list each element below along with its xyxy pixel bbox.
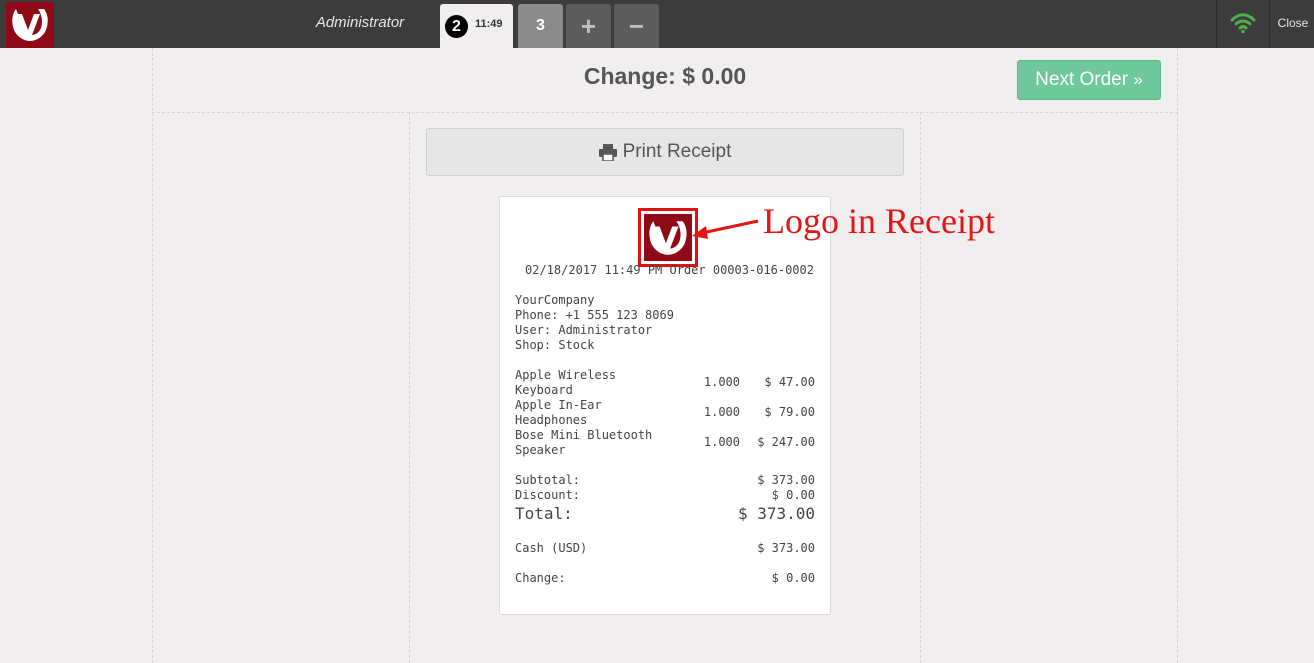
app-logo-icon[interactable] <box>6 2 54 48</box>
frame-line <box>152 48 153 663</box>
double-chevron-right-icon: » <box>1133 70 1143 89</box>
cash-value: $ 373.00 <box>757 541 815 555</box>
receipt-phone: Phone: +1 555 123 8069 <box>515 308 674 322</box>
frame-line <box>1177 48 1178 663</box>
print-receipt-button[interactable]: Print Receipt <box>426 128 904 176</box>
total-value: $ 373.00 <box>737 504 815 523</box>
top-bar: Administrator 2 11:49 3 + − Close <box>0 0 1314 48</box>
line-item-name: Headphones <box>515 413 588 427</box>
receipt-company: YourCompany <box>515 293 595 307</box>
frame-line <box>152 112 1178 113</box>
print-receipt-label: Print Receipt <box>622 141 732 162</box>
line-item-name: Speaker <box>515 443 566 457</box>
frame-line <box>920 112 921 663</box>
order-time: 11:49 <box>475 18 503 30</box>
subtotal-value: $ 373.00 <box>757 473 815 487</box>
wifi-icon <box>1230 13 1256 34</box>
next-order-button[interactable]: Next Order » <box>1017 60 1161 100</box>
line-item-name: Apple Wireless <box>515 368 617 382</box>
line-item-qty: 1.000 <box>703 405 740 419</box>
receipt-header-line: 02/18/2017 11:49 PM Order 00003-016-0002 <box>525 263 814 277</box>
order-tab-3[interactable]: 3 <box>518 4 563 48</box>
subtotal-label: Subtotal: <box>515 473 581 487</box>
order-sequence-badge: 2 <box>445 15 468 38</box>
line-item-qty: 1.000 <box>703 435 740 449</box>
divider <box>1216 0 1217 48</box>
receipt-logo-icon <box>638 208 698 267</box>
line-item-price: $ 247.00 <box>757 435 815 449</box>
close-button[interactable]: Close <box>1272 16 1314 30</box>
receipt-user: User: Administrator <box>515 323 653 337</box>
username[interactable]: Administrator <box>300 14 420 31</box>
next-order-label: Next Order <box>1035 69 1129 90</box>
discount-label: Discount: <box>515 488 581 502</box>
line-item-name: Apple In-Ear <box>515 398 602 412</box>
frame-line <box>409 112 410 663</box>
order-tab-active[interactable]: 2 11:49 <box>440 4 513 48</box>
line-item-price: $ 47.00 <box>764 375 815 389</box>
change-label: Change: <box>515 571 566 585</box>
divider <box>1269 0 1270 48</box>
line-item-name: Bose Mini Bluetooth <box>515 428 653 442</box>
add-order-button[interactable]: + <box>566 4 611 48</box>
change-title: Change: $ 0.00 <box>583 63 747 89</box>
remove-order-button[interactable]: − <box>614 4 659 48</box>
annotation-arrow-icon <box>692 219 759 239</box>
line-item-price: $ 79.00 <box>764 405 815 419</box>
total-label: Total: <box>515 504 573 523</box>
receipt: 02/18/2017 11:49 PM Order 00003-016-0002… <box>499 196 831 615</box>
printer-icon <box>598 143 617 161</box>
cash-label: Cash (USD) <box>515 541 588 555</box>
annotation-label: Logo in Receipt <box>763 201 995 241</box>
receipt-shop: Shop: Stock <box>515 338 595 352</box>
discount-value: $ 0.00 <box>771 488 815 502</box>
change-value: $ 0.00 <box>771 571 815 585</box>
line-item-qty: 1.000 <box>703 375 740 389</box>
line-item-name: Keyboard <box>515 383 573 397</box>
